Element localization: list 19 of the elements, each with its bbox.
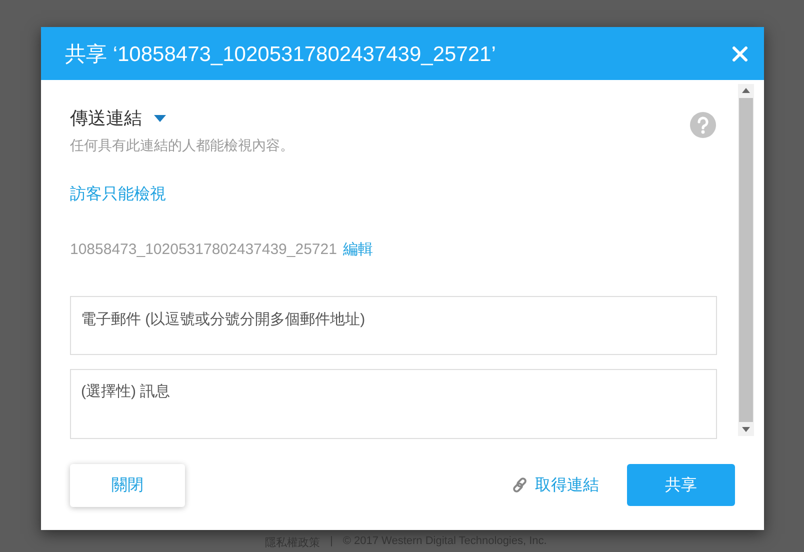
footer-separator: |	[330, 535, 333, 549]
scrollbar[interactable]	[738, 84, 754, 436]
edit-link[interactable]: 編輯	[342, 240, 373, 259]
share-button[interactable]: 共享	[627, 464, 735, 506]
message-field[interactable]: (選擇性) 訊息	[70, 369, 717, 439]
close-button[interactable]: 關閉	[70, 464, 185, 506]
permission-link[interactable]: 訪客只能檢視	[70, 184, 166, 205]
section-heading: 傳送連結	[70, 107, 142, 130]
link-icon[interactable]	[512, 477, 528, 493]
dialog-title: 共享 ‘10858473_10205317802437439_25721’	[65, 42, 497, 68]
scroll-thumb[interactable]	[739, 98, 753, 422]
caret-icon[interactable]	[154, 115, 166, 122]
close-icon[interactable]	[732, 46, 748, 62]
section-description: 任何具有此連結的人都能檢視內容。	[70, 137, 294, 155]
scroll-up-icon[interactable]	[742, 88, 750, 93]
get-link[interactable]: 取得連結	[535, 474, 599, 496]
file-name: 10858473_10205317802437439_25721	[70, 241, 337, 258]
scroll-down-icon[interactable]	[742, 427, 750, 432]
email-field[interactable]: 電子郵件 (以逗號或分號分開多個郵件地址)	[70, 296, 717, 355]
